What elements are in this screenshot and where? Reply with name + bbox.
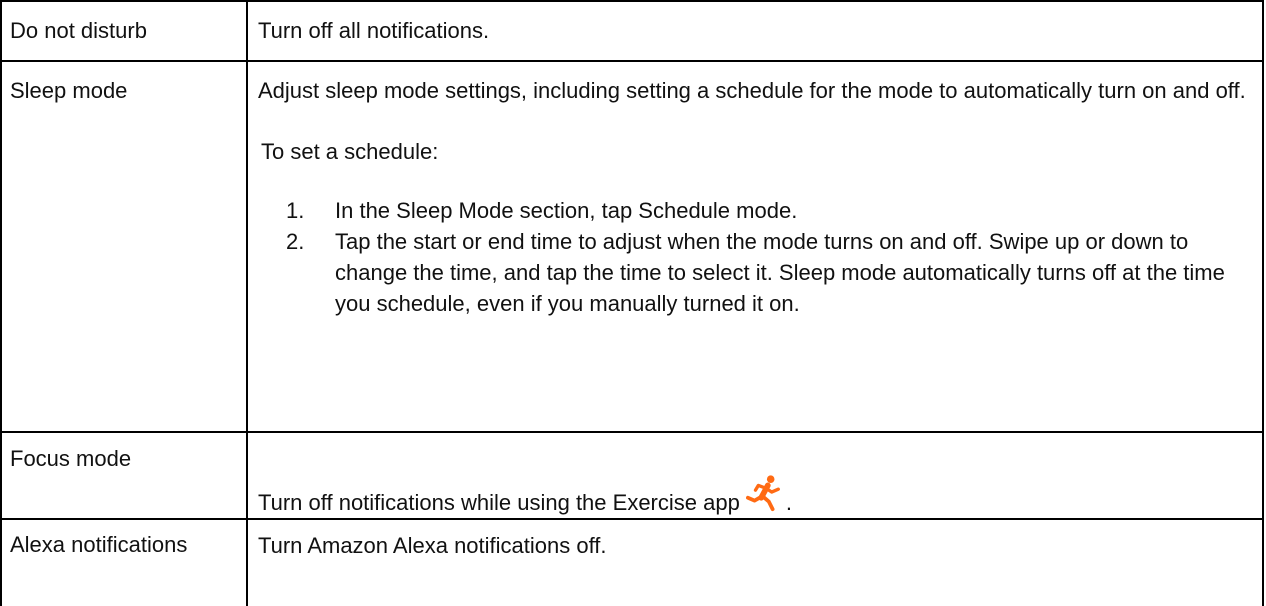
table-row: Sleep mode Adjust sleep mode settings, i… <box>0 60 1264 433</box>
step-number: 2. <box>286 229 305 254</box>
exercise-runner-icon <box>745 474 784 512</box>
setting-name: Do not disturb <box>0 0 248 62</box>
setting-name: Focus mode <box>0 431 248 520</box>
settings-table: Do not disturb Turn off all notification… <box>0 0 1264 606</box>
list-item: 2. Tap the start or end time to adjust w… <box>258 226 1255 319</box>
focus-description-line: Turn off notifications while using the E… <box>258 474 1255 518</box>
step-number: 1. <box>286 198 305 223</box>
table-row: Do not disturb Turn off all notification… <box>0 0 1264 62</box>
trailing-period: . <box>785 490 792 515</box>
setting-description: Turn Amazon Alexa notifications off. <box>246 518 1264 606</box>
step-text: Tap the start or end time to adjust when… <box>335 229 1225 316</box>
setting-name: Alexa notifications <box>0 518 248 606</box>
step-text: In the Sleep Mode section, tap Schedule … <box>335 198 798 223</box>
description-text: Turn Amazon Alexa notifications off. <box>258 533 607 558</box>
list-item: 1. In the Sleep Mode section, tap Schedu… <box>258 195 1255 226</box>
setting-description: Adjust sleep mode settings, including se… <box>246 60 1264 433</box>
schedule-heading: To set a schedule: <box>261 139 439 164</box>
table-row: Focus mode Turn off notifications while … <box>0 431 1264 520</box>
schedule-steps: 1. In the Sleep Mode section, tap Schedu… <box>258 195 1255 319</box>
description-text: Adjust sleep mode settings, including se… <box>258 78 1246 103</box>
description-text: Turn off all notifications. <box>258 18 490 43</box>
setting-description: Turn off all notifications. <box>246 0 1264 62</box>
setting-name: Sleep mode <box>0 60 248 433</box>
description-text: Turn off notifications while using the E… <box>258 490 740 515</box>
table-row: Alexa notifications Turn Amazon Alexa no… <box>0 518 1264 606</box>
setting-description: Turn off notifications while using the E… <box>246 431 1264 520</box>
